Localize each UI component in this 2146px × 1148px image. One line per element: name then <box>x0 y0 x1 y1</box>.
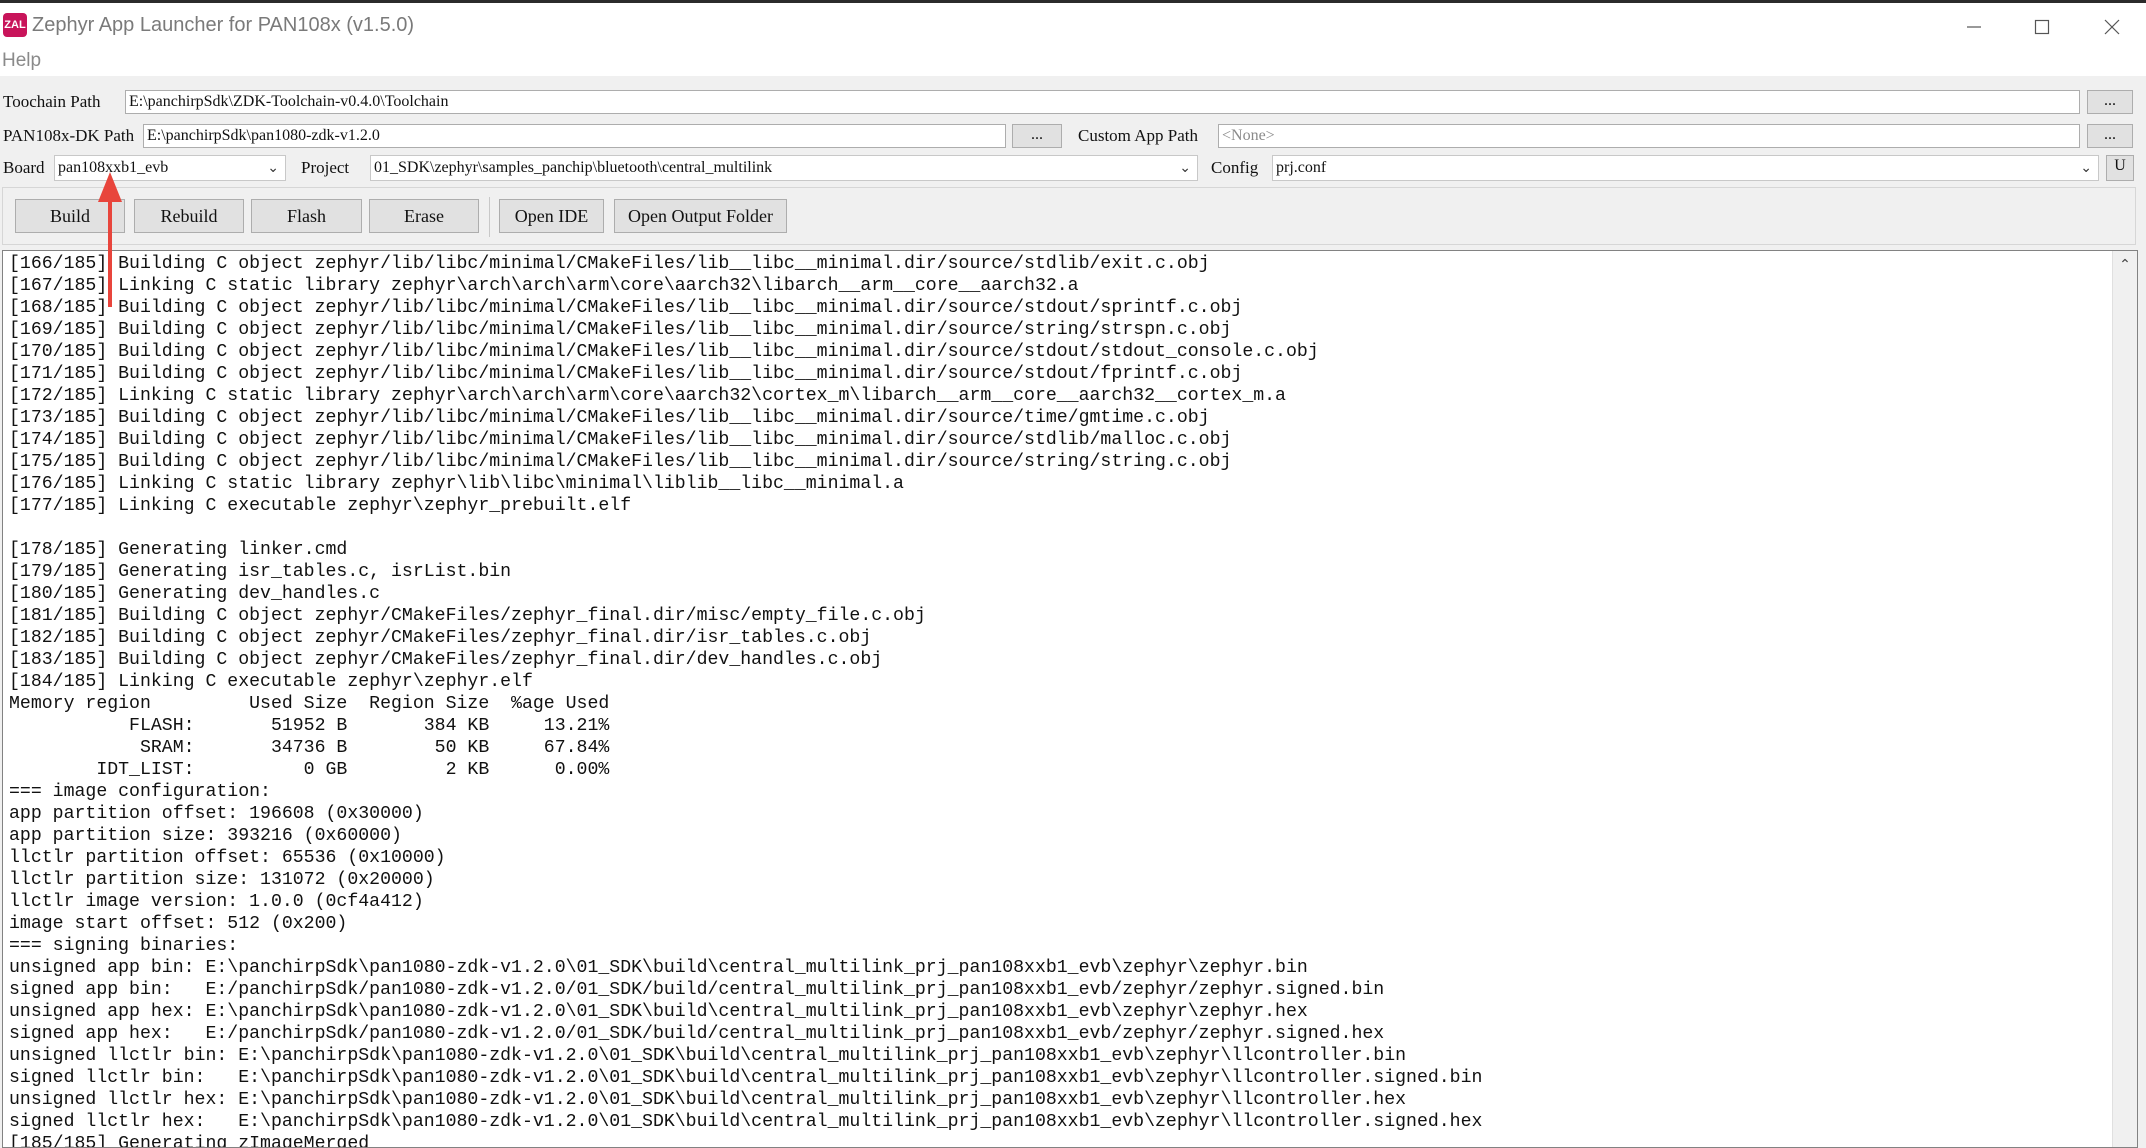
toolchain-path-input[interactable]: E:\panchirpSdk\ZDK-Toolchain-v0.4.0\Tool… <box>125 90 2080 114</box>
erase-button[interactable]: Erase <box>369 199 479 233</box>
output-line: [168/185] Building C object zephyr/lib/l… <box>9 298 1243 318</box>
output-line: [180/185] Generating dev_handles.c <box>9 584 381 604</box>
output-line: [174/185] Building C object zephyr/lib/l… <box>9 430 1232 450</box>
config-label: Config <box>1211 158 1259 177</box>
output-line: [166/185] Building C object zephyr/lib/l… <box>9 254 1210 274</box>
output-line: SRAM: 34736 B 50 KB 67.84% <box>9 738 610 758</box>
output-line: signed llctlr hex: E:\panchirpSdk\pan108… <box>9 1112 1483 1132</box>
output-line: llctlr image version: 1.0.0 (0cf4a412) <box>9 892 424 912</box>
custom-app-path-label: Custom App Path <box>1078 126 1198 145</box>
output-line: FLASH: 51952 B 384 KB 13.21% <box>9 716 610 736</box>
output-line: [178/185] Generating linker.cmd <box>9 540 348 560</box>
output-line: [184/185] Linking C executable zephyr\ze… <box>9 672 533 692</box>
output-line: [170/185] Building C object zephyr/lib/l… <box>9 342 1319 362</box>
project-select[interactable]: 01_SDK\zephyr\samples_panchip\bluetooth\… <box>370 155 1198 181</box>
toolchain-browse-button[interactable]: ... <box>2087 90 2133 114</box>
output-line: [172/185] Linking C static library zephy… <box>9 386 1286 406</box>
output-line: [179/185] Generating isr_tables.c, isrLi… <box>9 562 512 582</box>
board-selected-value: pan108xxb1_evb <box>58 159 169 176</box>
build-output-text: [166/185] Building C object zephyr/lib/l… <box>9 253 1483 1148</box>
toolchain-path-label: Toochain Path <box>3 92 101 111</box>
chevron-down-icon: ⌄ <box>1179 160 1191 176</box>
output-line: [177/185] Linking C executable zephyr\ze… <box>9 496 632 516</box>
output-line: unsigned llctlr hex: E:\panchirpSdk\pan1… <box>9 1090 1407 1110</box>
menu-help[interactable]: Help <box>2 50 41 72</box>
window-title: Zephyr App Launcher for PAN108x (v1.5.0) <box>32 14 415 36</box>
menu-bar: Help <box>0 48 2146 76</box>
dk-path-input[interactable]: E:\panchirpSdk\pan1080-zdk-v1.2.0 <box>143 124 1006 148</box>
project-label: Project <box>301 158 350 177</box>
custom-app-path-input[interactable]: <None> <box>1218 124 2080 148</box>
board-select[interactable]: pan108xxb1_evb ⌄ <box>54 155 286 181</box>
maximize-icon <box>2034 19 2050 35</box>
output-line: unsigned llctlr bin: E:\panchirpSdk\pan1… <box>9 1046 1407 1066</box>
project-selected-value: 01_SDK\zephyr\samples_panchip\bluetooth\… <box>374 159 773 176</box>
app-logo-icon: ZAL <box>3 13 27 37</box>
rebuild-button[interactable]: Rebuild <box>134 199 244 233</box>
title-bar: ZAL Zephyr App Launcher for PAN108x (v1.… <box>0 0 2146 48</box>
config-select[interactable]: prj.conf ⌄ <box>1272 155 2099 181</box>
build-output-console[interactable]: [166/185] Building C object zephyr/lib/l… <box>2 250 2138 1148</box>
output-line: === signing binaries: <box>9 936 239 956</box>
output-line: signed app bin: E:/panchirpSdk/pan1080-z… <box>9 980 1385 1000</box>
output-line: [171/185] Building C object zephyr/lib/l… <box>9 364 1243 384</box>
scroll-up-icon[interactable]: ⌃ <box>2113 257 2137 273</box>
output-line: signed llctlr bin: E:\panchirpSdk\pan108… <box>9 1068 1483 1088</box>
output-line: [169/185] Building C object zephyr/lib/l… <box>9 320 1232 340</box>
output-line: Memory region Used Size Region Size %age… <box>9 694 610 714</box>
output-line: [181/185] Building C object zephyr/CMake… <box>9 606 926 626</box>
output-line: [182/185] Building C object zephyr/CMake… <box>9 628 872 648</box>
output-line: unsigned app bin: E:\panchirpSdk\pan1080… <box>9 958 1308 978</box>
dk-browse-button[interactable]: ... <box>1012 124 1062 148</box>
output-line: [185/185] Generating zImageMerged <box>9 1134 370 1148</box>
output-line: [175/185] Building C object zephyr/lib/l… <box>9 452 1232 472</box>
output-line: [183/185] Building C object zephyr/CMake… <box>9 650 883 670</box>
flash-button[interactable]: Flash <box>251 199 362 233</box>
open-ide-button[interactable]: Open IDE <box>499 199 604 233</box>
output-line: app partition offset: 196608 (0x30000) <box>9 804 424 824</box>
chevron-down-icon: ⌄ <box>2080 160 2092 176</box>
minimize-icon <box>1967 26 1981 28</box>
output-line: app partition size: 393216 (0x60000) <box>9 826 402 846</box>
custom-app-browse-button[interactable]: ... <box>2087 124 2133 148</box>
maximize-button[interactable] <box>2012 9 2072 45</box>
open-output-folder-button[interactable]: Open Output Folder <box>614 199 787 233</box>
chevron-down-icon: ⌄ <box>267 160 279 176</box>
output-line: [167/185] Linking C static library zephy… <box>9 276 1079 296</box>
toolbar-divider <box>489 197 490 237</box>
config-selected-value: prj.conf <box>1276 159 1327 176</box>
close-button[interactable] <box>2082 9 2142 45</box>
output-line: [173/185] Building C object zephyr/lib/l… <box>9 408 1210 428</box>
output-line: === image configuration: <box>9 782 271 802</box>
build-button[interactable]: Build <box>15 199 125 233</box>
output-line: [176/185] Linking C static library zephy… <box>9 474 904 494</box>
output-line: unsigned app hex: E:\panchirpSdk\pan1080… <box>9 1002 1308 1022</box>
dk-path-label: PAN108x-DK Path <box>3 126 135 145</box>
minimize-button[interactable] <box>1944 9 2004 45</box>
output-line: IDT_LIST: 0 GB 2 KB 0.00% <box>9 760 610 780</box>
output-line: signed app hex: E:/panchirpSdk/pan1080-z… <box>9 1024 1385 1044</box>
output-line: llctlr partition offset: 65536 (0x10000) <box>9 848 446 868</box>
board-label: Board <box>3 158 45 177</box>
config-extra-button[interactable]: U <box>2106 155 2134 181</box>
output-line: llctlr partition size: 131072 (0x20000) <box>9 870 435 890</box>
close-icon <box>2104 19 2120 35</box>
output-scrollbar[interactable]: ⌃ <box>2112 251 2137 1147</box>
output-line: image start offset: 512 (0x200) <box>9 914 348 934</box>
